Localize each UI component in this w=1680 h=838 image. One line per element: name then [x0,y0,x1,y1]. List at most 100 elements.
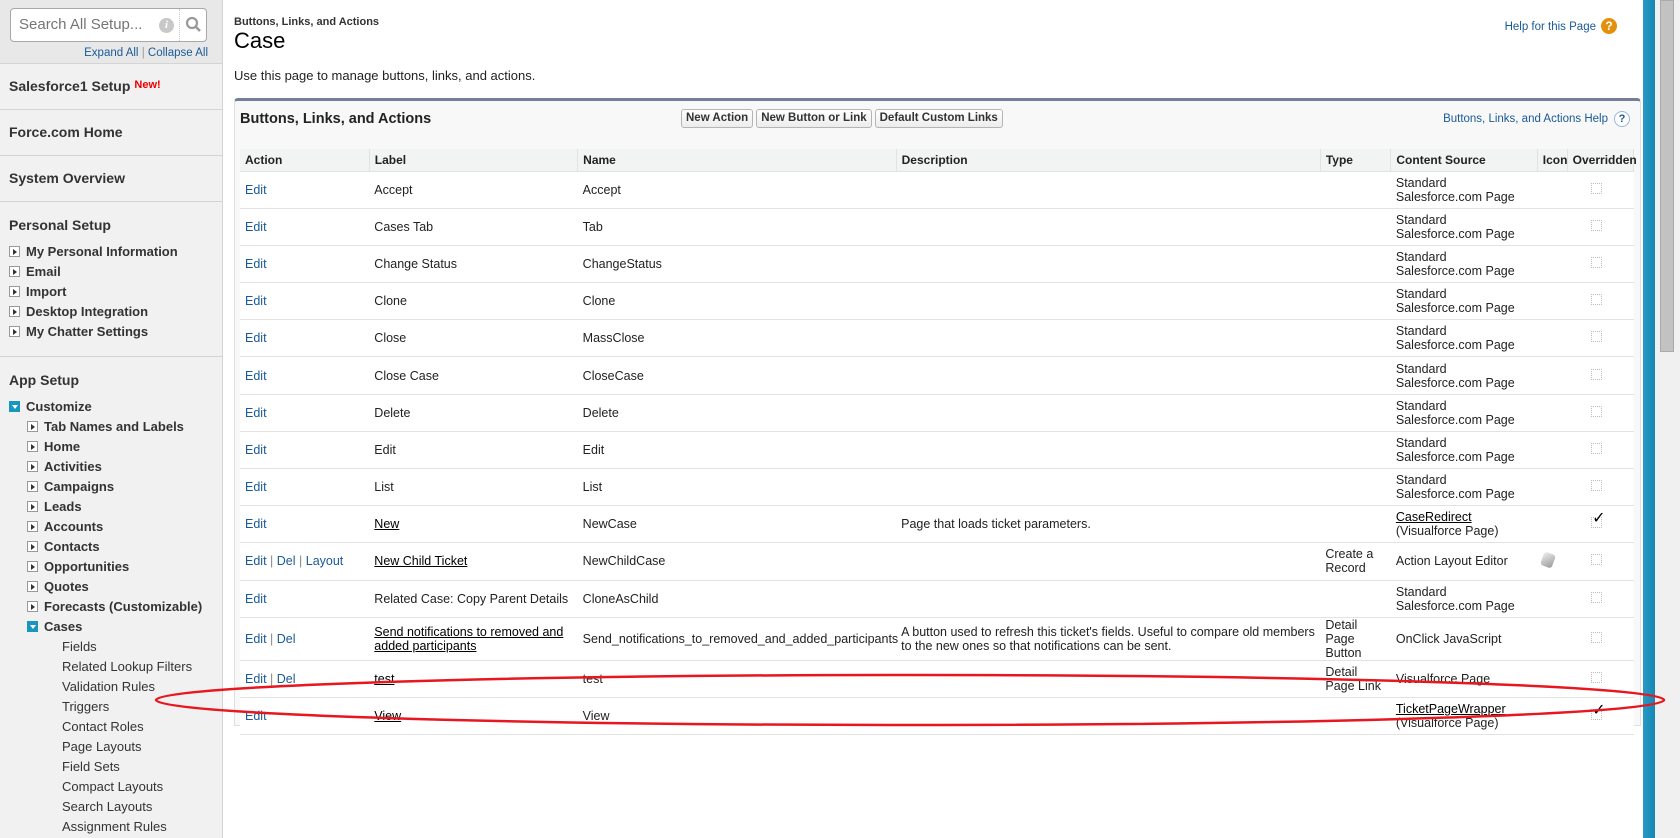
column-header[interactable]: Overridden [1567,149,1637,172]
vertical-scrollbar[interactable] [1655,0,1680,838]
expand-toggle-icon[interactable] [27,481,38,492]
system-overview-section[interactable]: System Overview [0,155,222,201]
label-link[interactable]: test [374,672,394,686]
sidebar-item[interactable]: Contacts [27,539,100,554]
edit-link[interactable]: Edit [245,672,267,686]
label-link[interactable]: View [374,709,401,723]
sidebar-item[interactable]: Assignment Rules [62,819,167,834]
edit-link[interactable]: Edit [245,443,267,457]
salesforce1-setup-link[interactable]: Salesforce1 Setup [0,78,130,94]
expand-toggle-icon[interactable] [9,326,20,337]
collapse-toggle-icon[interactable] [27,621,38,632]
description-cell [896,356,1321,395]
column-header[interactable]: Label [369,149,579,172]
new-button-or-link-button[interactable]: New Button or Link [756,109,872,128]
expand-toggle-icon[interactable] [27,521,38,532]
sidebar-item[interactable]: Home [27,439,80,454]
scrollbar-thumb[interactable] [1660,0,1674,352]
edit-link[interactable]: Edit [245,331,267,345]
label-link[interactable]: Send notifications to removed and added … [374,625,563,653]
sidebar-item[interactable]: Quotes [27,579,89,594]
sidebar-item[interactable]: My Personal Information [9,244,178,259]
del-link[interactable]: Del [277,672,296,686]
sidebar-item[interactable]: Campaigns [27,479,114,494]
sidebar-item[interactable]: Validation Rules [62,679,155,694]
edit-link[interactable]: Edit [245,554,267,568]
sidebar-item[interactable]: Compact Layouts [62,779,163,794]
expand-toggle-icon[interactable] [27,581,38,592]
edit-link[interactable]: Edit [245,220,267,234]
edit-link[interactable]: Edit [245,257,267,271]
force-home-section[interactable]: Force.com Home [0,109,222,155]
column-header[interactable]: Icon [1537,149,1568,172]
sidebar-item[interactable]: Forecasts (Customizable) [27,599,202,614]
column-header[interactable]: Name [577,149,897,172]
sidebar-item[interactable]: Page Layouts [62,739,142,754]
sidebar-item[interactable]: Tab Names and Labels [27,419,184,434]
column-header[interactable]: Description [896,149,1321,172]
expand-toggle-icon[interactable] [27,541,38,552]
sidebar-item-customize[interactable]: Customize [9,399,92,414]
new-action-button[interactable]: New Action [681,109,754,128]
overridden-cell [1567,282,1634,321]
edit-link[interactable]: Edit [245,517,267,531]
layout-link[interactable]: Layout [306,554,344,568]
content-source: OnClick JavaScript [1395,631,1502,646]
help-for-page-link[interactable]: Help for this Page? [1505,18,1617,34]
force-home-link[interactable]: Force.com Home [0,124,123,140]
label-cell: Close Case [369,356,578,395]
edit-link[interactable]: Edit [245,709,267,723]
expand-toggle-icon[interactable] [27,601,38,612]
sidebar-item[interactable]: Email [9,264,61,279]
search-button[interactable] [179,9,206,41]
column-header[interactable]: Content Source [1390,149,1538,172]
panel-help-link[interactable]: Buttons, Links, and Actions Help? [1443,111,1630,127]
edit-link[interactable]: Edit [245,294,267,308]
edit-link[interactable]: Edit [245,183,267,197]
expand-all-link[interactable]: Expand All [84,47,138,59]
sidebar-item[interactable]: Accounts [27,519,103,534]
setup-search-input[interactable] [19,16,159,33]
sidebar-item[interactable]: Activities [27,459,102,474]
column-header[interactable]: Type [1320,149,1392,172]
default-custom-links-button[interactable]: Default Custom Links [874,109,1003,128]
sidebar-item-cases[interactable]: Cases [27,619,82,634]
expand-toggle-icon[interactable] [9,306,20,317]
content-source-link[interactable]: TicketPageWrapper [1396,702,1506,716]
sidebar-item[interactable]: Triggers [62,699,109,714]
expand-toggle-icon[interactable] [27,421,38,432]
info-icon[interactable]: i [159,18,174,33]
expand-toggle-icon[interactable] [9,266,20,277]
collapse-toggle-icon[interactable] [9,401,20,412]
expand-toggle-icon[interactable] [27,461,38,472]
sidebar-item[interactable]: Search Layouts [62,799,152,814]
edit-link[interactable]: Edit [245,480,267,494]
del-link[interactable]: Del [277,632,296,646]
label-link[interactable]: New [374,517,399,531]
expand-toggle-icon[interactable] [27,561,38,572]
edit-link[interactable]: Edit [245,406,267,420]
edit-link[interactable]: Edit [245,369,267,383]
sidebar-item[interactable]: Desktop Integration [9,304,148,319]
sidebar-item[interactable]: Related Lookup Filters [62,659,192,674]
expand-toggle-icon[interactable] [9,246,20,257]
expand-toggle-icon[interactable] [27,441,38,452]
collapse-all-link[interactable]: Collapse All [148,47,208,59]
sidebar-item[interactable]: Contact Roles [62,719,144,734]
edit-link[interactable]: Edit [245,632,267,646]
expand-toggle-icon[interactable] [27,501,38,512]
expand-toggle-icon[interactable] [9,286,20,297]
edit-link[interactable]: Edit [245,592,267,606]
content-source-link[interactable]: CaseRedirect [1396,510,1472,524]
sidebar-item[interactable]: Opportunities [27,559,129,574]
sidebar-item[interactable]: Fields [62,639,97,654]
sidebar-item[interactable]: My Chatter Settings [9,324,148,339]
sidebar-item[interactable]: Import [9,284,66,299]
column-header[interactable]: Action [240,149,370,172]
del-link[interactable]: Del [277,554,296,568]
sidebar-item[interactable]: Leads [27,499,82,514]
system-overview-link[interactable]: System Overview [0,170,125,186]
label-link[interactable]: New Child Ticket [374,554,467,568]
salesforce1-setup-section[interactable]: Salesforce1 Setup New! [0,63,222,109]
sidebar-item[interactable]: Field Sets [62,759,120,774]
